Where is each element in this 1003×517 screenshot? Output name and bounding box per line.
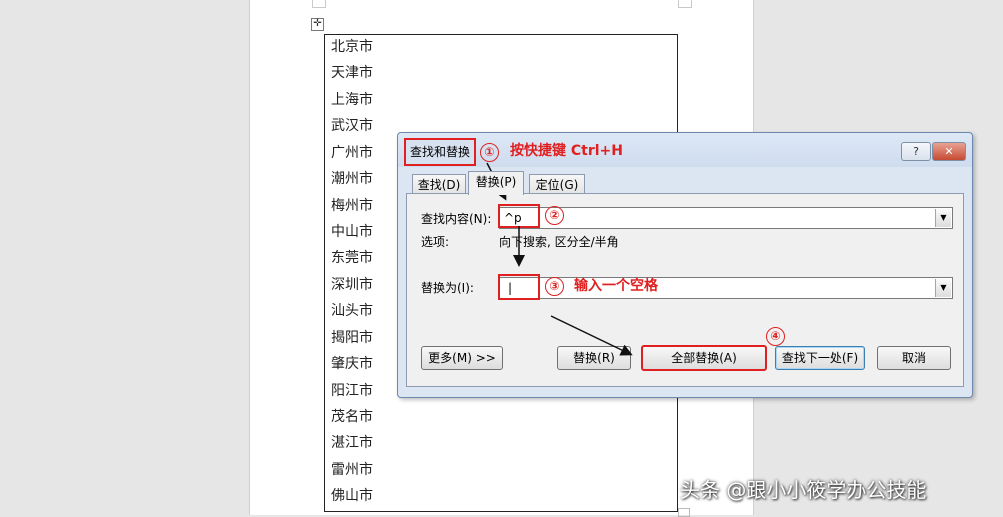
step-3-text: 输入一个空格 bbox=[574, 278, 658, 294]
table-row: 湛江市 bbox=[331, 435, 373, 451]
table-resize-handle[interactable] bbox=[678, 508, 690, 517]
tab-find[interactable]: 查找(D) bbox=[412, 174, 466, 195]
replace-input[interactable]: | ▼ bbox=[499, 277, 953, 299]
table-row: 北京市 bbox=[331, 39, 373, 55]
table-row: 汕头市 bbox=[331, 303, 373, 319]
find-replace-dialog: 查找和替换 ? ✕ 查找(D) 替换(P) 定位(G) 查找内容(N): ^p … bbox=[397, 132, 973, 398]
tab-replace[interactable]: 替换(P) bbox=[468, 171, 524, 195]
replace-highlight-box bbox=[498, 274, 540, 300]
more-button[interactable]: 更多(M) >> bbox=[421, 346, 503, 370]
move-icon[interactable]: ✛ bbox=[311, 18, 324, 31]
replace-all-button[interactable]: 全部替换(A) bbox=[641, 345, 767, 371]
page-corner-mark bbox=[678, 0, 692, 8]
page-corner-mark bbox=[312, 0, 326, 8]
step-1-text: 按快捷键 Ctrl+H bbox=[510, 143, 623, 159]
table-row: 中山市 bbox=[331, 224, 373, 240]
step-3-marker: ③ bbox=[545, 277, 564, 296]
replace-label: 替换为(I): bbox=[421, 281, 474, 295]
cancel-button[interactable]: 取消 bbox=[877, 346, 951, 370]
table-row: 阳江市 bbox=[331, 383, 373, 399]
options-value: 向下搜索, 区分全/半角 bbox=[499, 235, 619, 249]
table-row: 梅州市 bbox=[331, 198, 373, 214]
step-2-marker: ② bbox=[545, 206, 564, 225]
find-label: 查找内容(N): bbox=[421, 212, 492, 226]
table-row: 广州市 bbox=[331, 145, 373, 161]
find-highlight-box bbox=[498, 204, 540, 228]
tab-goto[interactable]: 定位(G) bbox=[529, 174, 585, 195]
help-button[interactable]: ? bbox=[901, 142, 931, 161]
table-row: 佛山市 bbox=[331, 488, 373, 504]
replace-button[interactable]: 替换(R) bbox=[557, 346, 631, 370]
table-row: 东莞市 bbox=[331, 250, 373, 266]
table-row: 肇庆市 bbox=[331, 356, 373, 372]
find-input[interactable]: ^p ▼ bbox=[499, 207, 953, 229]
close-button[interactable]: ✕ bbox=[932, 142, 966, 161]
table-row: 揭阳市 bbox=[331, 330, 373, 346]
table-row: 天津市 bbox=[331, 65, 373, 81]
step-4-marker: ④ bbox=[766, 327, 785, 346]
table-row: 茂名市 bbox=[331, 409, 373, 425]
table-row: 深圳市 bbox=[331, 277, 373, 293]
table-row: 上海市 bbox=[331, 92, 373, 108]
chevron-down-icon[interactable]: ▼ bbox=[935, 279, 951, 297]
table-row: 潮州市 bbox=[331, 171, 373, 187]
replace-panel: 查找内容(N): ^p ▼ 选项: 向下搜索, 区分全/半角 替换为(I): |… bbox=[406, 193, 964, 387]
table-row: 雷州市 bbox=[331, 462, 373, 478]
options-label: 选项: bbox=[421, 235, 450, 249]
find-next-button[interactable]: 查找下一处(F) bbox=[775, 346, 865, 370]
watermark: 头条 @跟小小筱学办公技能 bbox=[680, 478, 927, 502]
dialog-title: 查找和替换 bbox=[404, 138, 477, 166]
table-row: 武汉市 bbox=[331, 118, 373, 134]
chevron-down-icon[interactable]: ▼ bbox=[935, 209, 951, 227]
step-1-marker: ① bbox=[480, 143, 499, 162]
